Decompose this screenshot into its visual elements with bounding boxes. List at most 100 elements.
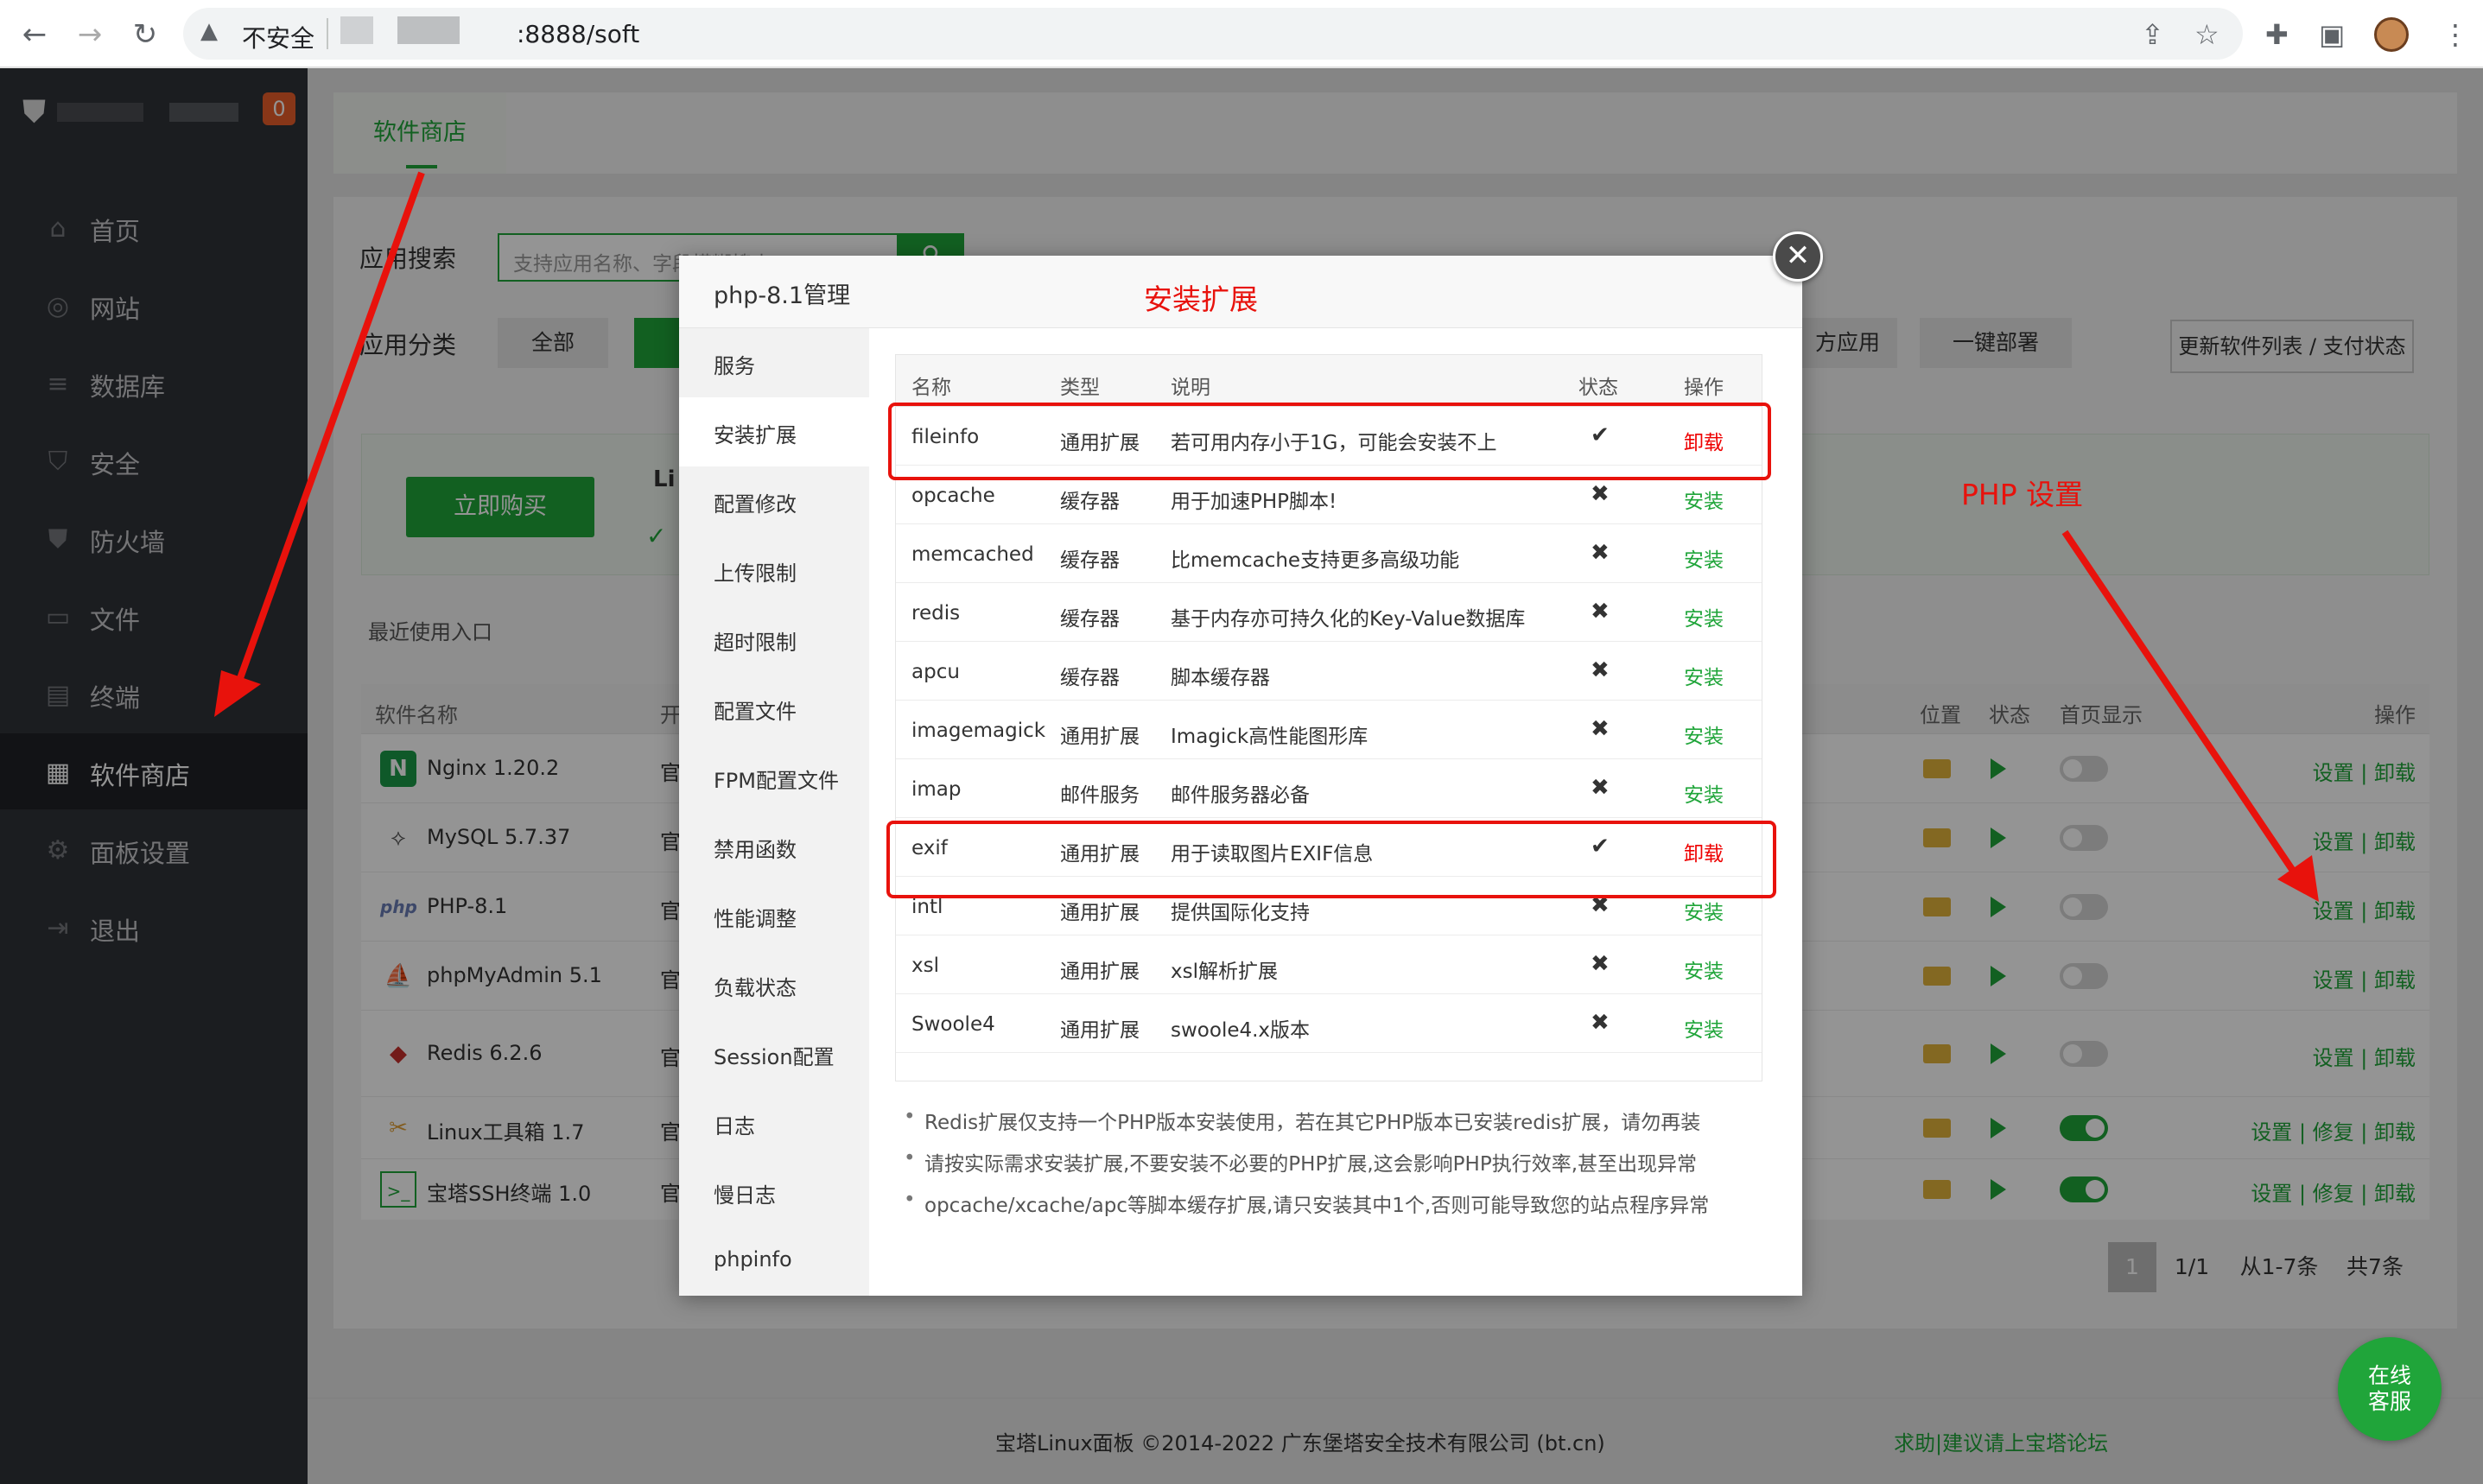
extension-desc: 脚本缓存器: [1171, 667, 1270, 689]
online-support-button[interactable]: 在线 客服: [2338, 1337, 2442, 1441]
tip-item: opcache/xcache/apc等脚本缓存扩展,请只安装其中1个,否则可能导…: [895, 1189, 1768, 1230]
extension-type: 通用扩展: [1060, 902, 1140, 924]
install-link[interactable]: 安装: [1684, 485, 1724, 514]
header-status: 状态: [1578, 377, 1618, 399]
header-desc: 说明: [1171, 377, 1210, 399]
modal-nav-upload-limit[interactable]: 上传限制: [679, 536, 869, 605]
nav-label: 配置修改: [714, 492, 797, 517]
install-link[interactable]: 安装: [1684, 602, 1724, 631]
modal-nav-session-config[interactable]: Session配置: [679, 1019, 869, 1088]
back-icon[interactable]: ←: [16, 16, 54, 54]
extension-type: 缓存器: [1060, 608, 1120, 631]
extension-row-memcached: memcached 缓存器 比memcache支持更多高级功能 ✖ 安装: [896, 524, 1762, 583]
address-bar[interactable]: ▲ 不安全 :8888/soft: [183, 8, 2243, 60]
modal-title: php-8.1管理: [714, 282, 851, 309]
divider: [327, 18, 328, 49]
reload-icon[interactable]: ↻: [126, 16, 164, 54]
install-link[interactable]: 安装: [1684, 896, 1724, 925]
nav-label: 安装扩展: [714, 423, 797, 447]
insecure-label: 不安全: [242, 24, 315, 53]
chat-line1: 在线: [2367, 1363, 2411, 1388]
nav-label: 上传限制: [714, 561, 797, 586]
modal-nav-slow-log[interactable]: 慢日志: [679, 1157, 869, 1227]
header-name: 名称: [911, 377, 951, 399]
modal-nav-config-file[interactable]: 配置文件: [679, 674, 869, 743]
extension-name: intl: [911, 896, 943, 918]
star-icon[interactable]: ☆: [2194, 17, 2219, 52]
extension-name: xsl: [911, 954, 939, 977]
modal-nav-load-status[interactable]: 负载状态: [679, 950, 869, 1019]
nav-label: 禁用函数: [714, 838, 797, 862]
tip-item: Redis扩展仅支持一个PHP版本安装使用，若在其它PHP版本已安装redis扩…: [895, 1106, 1768, 1147]
modal-nav-timeout-limit[interactable]: 超时限制: [679, 605, 869, 674]
extensions-icon[interactable]: ✚: [2265, 17, 2289, 52]
nav-label: 服务: [714, 354, 755, 378]
extension-desc: Imagick高性能图形库: [1171, 726, 1369, 748]
url-text: :8888/soft: [517, 20, 640, 48]
redacted-host: [397, 16, 460, 44]
share-icon[interactable]: ⇪: [2141, 17, 2164, 52]
modal-nav-disabled-functions[interactable]: 禁用函数: [679, 812, 869, 881]
extension-desc: 邮件服务器必备: [1171, 784, 1310, 807]
extension-type: 通用扩展: [1060, 726, 1140, 748]
modal-nav-fpm-config[interactable]: FPM配置文件: [679, 743, 869, 812]
modal-nav-config-edit[interactable]: 配置修改: [679, 466, 869, 536]
install-link[interactable]: 安装: [1684, 543, 1724, 573]
extension-name: imagemagick: [911, 720, 1046, 742]
not-installed-cross-icon: ✖: [1591, 540, 1610, 566]
extension-type: 通用扩展: [1060, 961, 1140, 983]
extension-type: 邮件服务: [1060, 784, 1140, 807]
not-installed-cross-icon: ✖: [1591, 599, 1610, 625]
not-installed-cross-icon: ✖: [1591, 775, 1610, 801]
extension-name: redis: [911, 602, 961, 625]
modal-nav-phpinfo[interactable]: phpinfo: [679, 1227, 869, 1296]
extension-desc: swoole4.x版本: [1171, 1019, 1311, 1042]
modal-nav: 服务 安装扩展 配置修改 上传限制 超时限制 配置文件 FPM配置文件 禁用函数…: [679, 328, 869, 1296]
not-installed-cross-icon: ✖: [1591, 716, 1610, 742]
not-installed-cross-icon: ✖: [1591, 951, 1610, 977]
extension-type: 缓存器: [1060, 667, 1120, 689]
sidepanel-icon[interactable]: ▣: [2319, 17, 2345, 52]
extension-row-apcu: apcu 缓存器 脚本缓存器 ✖ 安装: [896, 642, 1762, 701]
install-link[interactable]: 安装: [1684, 661, 1724, 690]
extension-type: 缓存器: [1060, 549, 1120, 572]
redacted-host: [340, 16, 373, 44]
annotation-install-ext: 安装扩展: [1144, 282, 1258, 316]
nav-label: 性能调整: [714, 907, 797, 931]
extension-type: 缓存器: [1060, 491, 1120, 513]
extension-name: apcu: [911, 661, 960, 683]
forward-icon[interactable]: →: [71, 16, 109, 54]
nav-label: 超时限制: [714, 631, 797, 655]
not-installed-cross-icon: ✖: [1591, 481, 1610, 507]
nav-label: 负载状态: [714, 976, 797, 1000]
extension-desc: xsl解析扩展: [1171, 961, 1278, 983]
avatar[interactable]: [2374, 17, 2409, 52]
extension-desc: 基于内存亦可持久化的Key-Value数据库: [1171, 608, 1526, 631]
chat-line2: 客服: [2367, 1389, 2411, 1414]
close-icon[interactable]: ✕: [1773, 231, 1823, 282]
modal-nav-log[interactable]: 日志: [679, 1088, 869, 1157]
menu-icon[interactable]: ⋮: [2442, 17, 2469, 52]
nav-label: phpinfo: [714, 1247, 792, 1272]
install-link[interactable]: 安装: [1684, 778, 1724, 808]
modal-nav-service[interactable]: 服务: [679, 328, 869, 397]
extension-desc: 比memcache支持更多高级功能: [1171, 549, 1460, 572]
extension-desc: 提供国际化支持: [1171, 902, 1310, 924]
modal-nav-install-extension[interactable]: 安装扩展: [679, 397, 869, 466]
extension-row-imagemagick: imagemagick 通用扩展 Imagick高性能图形库 ✖ 安装: [896, 701, 1762, 759]
install-link[interactable]: 安装: [1684, 1013, 1724, 1043]
extension-row-xsl: xsl 通用扩展 xsl解析扩展 ✖ 安装: [896, 935, 1762, 994]
not-installed-cross-icon: ✖: [1591, 1010, 1610, 1036]
warning-icon: ▲: [200, 18, 218, 44]
extension-name: imap: [911, 778, 962, 801]
extension-name: memcached: [911, 543, 1034, 566]
tips-list: Redis扩展仅支持一个PHP版本安装使用，若在其它PHP版本已安装redis扩…: [895, 1106, 1768, 1230]
install-link[interactable]: 安装: [1684, 720, 1724, 749]
nav-label: 配置文件: [714, 700, 797, 724]
highlight-fileinfo: [888, 403, 1771, 480]
modal-nav-performance[interactable]: 性能调整: [679, 881, 869, 950]
header-op: 操作: [1684, 377, 1724, 399]
install-link[interactable]: 安装: [1684, 954, 1724, 984]
extension-name: opcache: [911, 485, 995, 507]
not-installed-cross-icon: ✖: [1591, 657, 1610, 683]
